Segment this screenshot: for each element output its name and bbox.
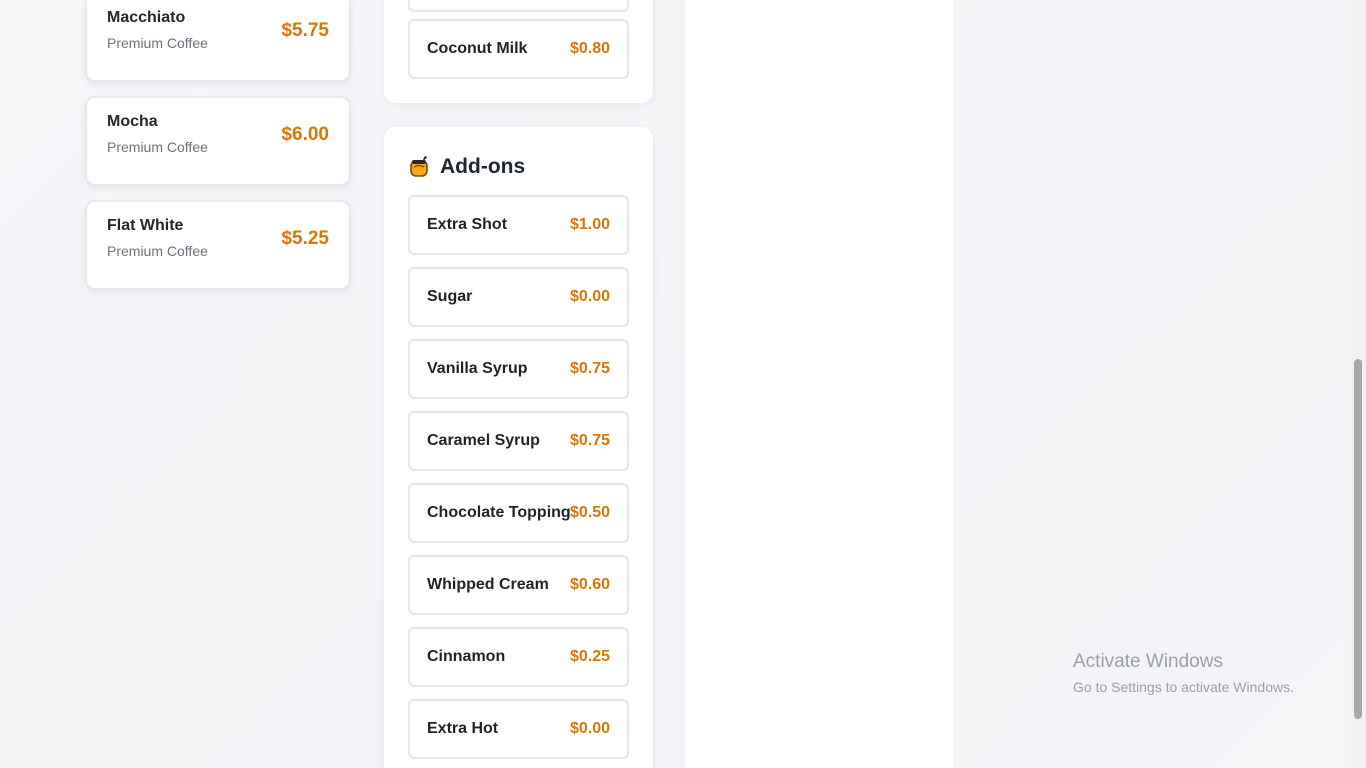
addon-cinnamon[interactable]: Cinnamon $0.25 bbox=[408, 627, 629, 687]
addon-extra-hot[interactable]: Extra Hot $0.00 bbox=[408, 699, 629, 759]
coffee-card-flat-white[interactable]: Flat White Premium Coffee $5.25 bbox=[85, 200, 351, 290]
vertical-scrollbar[interactable] bbox=[1351, 0, 1366, 768]
option-label: Extra Hot bbox=[427, 720, 499, 737]
option-price: $1.00 bbox=[569, 216, 610, 233]
addon-vanilla-syrup[interactable]: Vanilla Syrup $0.75 bbox=[408, 339, 629, 399]
windows-activation-watermark: Activate Windows Go to Settings to activ… bbox=[1073, 651, 1294, 695]
addon-whipped-cream[interactable]: Whipped Cream $0.60 bbox=[408, 555, 629, 615]
addon-extra-shot[interactable]: Extra Shot $1.00 bbox=[408, 195, 629, 255]
addon-chocolate-topping[interactable]: Chocolate Topping $0.50 bbox=[408, 483, 629, 543]
milk-options-panel: Coconut Milk $0.80 bbox=[384, 0, 653, 103]
coffee-category: Premium Coffee bbox=[107, 243, 208, 259]
option-price: $0.75 bbox=[569, 432, 610, 449]
coffee-card-mocha[interactable]: Mocha Premium Coffee $6.00 bbox=[85, 96, 351, 186]
addons-title: Add-ons bbox=[440, 155, 526, 178]
coffee-card-macchiato[interactable]: Macchiato Premium Coffee $5.75 bbox=[85, 0, 351, 82]
option-card-hidden[interactable] bbox=[408, 0, 629, 12]
option-label: Cinnamon bbox=[427, 648, 506, 665]
option-price: $0.80 bbox=[569, 40, 610, 57]
coffee-price: $5.75 bbox=[281, 20, 329, 41]
option-price: $0.25 bbox=[569, 648, 610, 665]
option-label: Whipped Cream bbox=[427, 576, 549, 593]
option-label: Vanilla Syrup bbox=[427, 360, 528, 377]
scrollbar-thumb[interactable] bbox=[1354, 359, 1362, 719]
order-summary-column bbox=[685, 0, 953, 768]
option-price: $0.00 bbox=[569, 720, 610, 737]
option-label: Chocolate Topping bbox=[427, 504, 571, 521]
option-label: Caramel Syrup bbox=[427, 432, 540, 449]
addons-panel: Add-ons Extra Shot $1.00 Sugar $0.00 Van… bbox=[384, 127, 653, 768]
option-price: $0.00 bbox=[569, 288, 610, 305]
option-price: $0.75 bbox=[569, 360, 610, 377]
option-price: $0.50 bbox=[569, 504, 610, 521]
coffee-price: $5.25 bbox=[281, 228, 329, 249]
addon-caramel-syrup[interactable]: Caramel Syrup $0.75 bbox=[408, 411, 629, 471]
coffee-category: Premium Coffee bbox=[107, 139, 208, 155]
option-label: Coconut Milk bbox=[427, 40, 528, 57]
watermark-subtitle: Go to Settings to activate Windows. bbox=[1073, 679, 1294, 695]
coffee-name: Mocha bbox=[107, 113, 158, 130]
watermark-title: Activate Windows bbox=[1073, 651, 1223, 672]
option-label: Sugar bbox=[427, 288, 473, 305]
coffee-price: $6.00 bbox=[281, 124, 329, 145]
option-price: $0.60 bbox=[569, 576, 610, 593]
option-card-coconut-milk[interactable]: Coconut Milk $0.80 bbox=[408, 19, 629, 79]
coffee-name: Macchiato bbox=[107, 9, 186, 26]
honey-pot-icon bbox=[408, 156, 430, 178]
option-label: Extra Shot bbox=[427, 216, 508, 233]
addons-heading: Add-ons bbox=[408, 153, 525, 181]
coffee-name: Flat White bbox=[107, 217, 184, 234]
addon-sugar[interactable]: Sugar $0.00 bbox=[408, 267, 629, 327]
coffee-category: Premium Coffee bbox=[107, 35, 208, 51]
page: Macchiato Premium Coffee $5.75 Mocha Pre… bbox=[0, 0, 1366, 768]
